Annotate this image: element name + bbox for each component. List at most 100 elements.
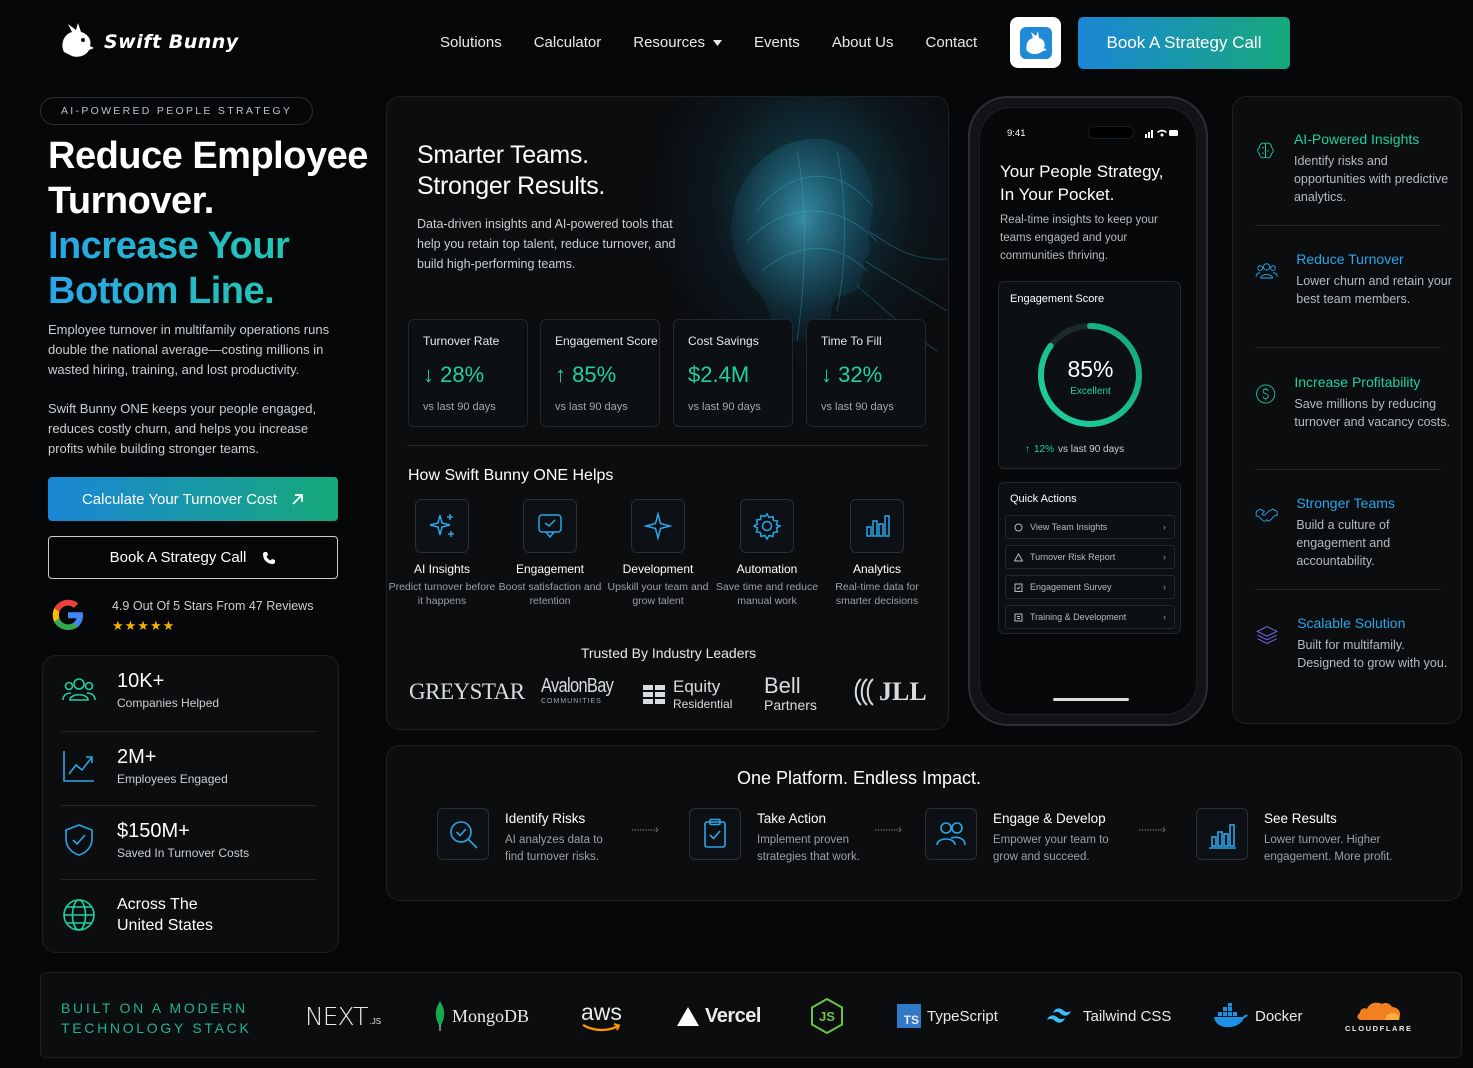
docker-whale-icon: [1214, 1003, 1248, 1028]
insights-title-line1: Smarter Teams.: [417, 141, 589, 169]
home-indicator: [1053, 698, 1129, 701]
cloudflare-cloud-icon: [1357, 1002, 1400, 1020]
benefit-sub: Identify risks and opportunities with pr…: [1293, 154, 1449, 204]
nav-resources-label: Resources: [633, 34, 705, 51]
svg-text:JS: JS: [819, 1009, 835, 1024]
caret-down-icon: [712, 39, 722, 46]
stat-value: 2M+: [117, 746, 157, 768]
metric-title: Engagement Score: [555, 334, 658, 348]
feature-ai-insights[interactable]: AI Insights Predict turnover before it h…: [387, 499, 497, 608]
benefit-title: Reduce Turnover: [1296, 251, 1404, 267]
how-it-helps-title: How Swift Bunny ONE Helps: [408, 467, 614, 484]
equity-name: Equity: [673, 677, 721, 696]
dotted-arrow-icon: ·········›: [631, 824, 659, 836]
quick-action-training[interactable]: Training & Development ›: [1005, 605, 1175, 629]
benefit-reduce-turnover: Reduce Turnover Lower churn and retain yo…: [1255, 251, 1455, 308]
stat-label: Saved In Turnover Costs: [117, 846, 250, 860]
nav-calculator[interactable]: Calculator: [534, 34, 602, 51]
feature-title: Automation: [736, 562, 798, 576]
trusted-title: Trusted By Industry Leaders: [580, 645, 757, 661]
score-label: Excellent: [1070, 386, 1111, 397]
nav-resources[interactable]: Resources: [633, 34, 722, 51]
aws-smile-icon: [582, 1022, 621, 1031]
clipboard-check-icon: [689, 808, 741, 860]
tailwind-wave-icon: [1047, 1008, 1071, 1023]
metric-engagement-score: Engagement Score ↑ 85% vs last 90 days: [540, 319, 660, 427]
equity-logo: Equity Residential: [642, 677, 732, 711]
app-icon-button[interactable]: [1010, 17, 1061, 68]
step-title: Identify Risks: [505, 811, 586, 826]
phone-icon: [263, 551, 276, 564]
quick-action-label: View Team Insights: [1030, 522, 1108, 532]
nextjs-logo: NEXT .JS: [305, 973, 381, 1059]
feature-automation[interactable]: Automation Save time and reduce manual w…: [712, 499, 822, 608]
gear-icon: [740, 499, 794, 553]
bell-sub: Partners: [764, 697, 817, 713]
jll-logo: JLL: [852, 677, 927, 707]
arrow-up-icon: ↑: [1025, 444, 1030, 455]
step-sub: Lower turnover. Higher engagement. More …: [1264, 834, 1393, 863]
metric-sub: vs last 90 days: [423, 401, 496, 413]
metric-value: ↓ 28%: [423, 362, 485, 387]
score-delta-value: 12%: [1034, 444, 1055, 455]
platform-title: One Platform. Endless Impact.: [736, 768, 982, 788]
step-identify-risks: Identify Risks AI analyzes data to find t…: [437, 808, 617, 866]
insights-subtitle: Data-driven insights and AI-powered tool…: [417, 217, 676, 271]
feature-title: Analytics: [852, 562, 902, 576]
metric-cost-savings: Cost Savings $2.4M vs last 90 days: [673, 319, 793, 427]
feature-engagement[interactable]: Engagement Boost satisfaction and retent…: [495, 499, 605, 608]
cloudflare-name: CLOUDFLARE: [1345, 1023, 1413, 1033]
handshake-icon: [1255, 508, 1278, 522]
book-call-label: Book A Strategy Call: [109, 549, 247, 566]
feature-title: AI Insights: [413, 562, 471, 576]
step-sub: AI analyzes data to find turnover risks.: [505, 834, 603, 863]
book-call-button[interactable]: Book A Strategy Call: [48, 536, 338, 579]
calculate-cost-button[interactable]: Calculate Your Turnover Cost: [48, 477, 338, 521]
feature-sub: Upskill your team and grow talent: [607, 581, 709, 607]
rating-text: 4.9 Out Of 5 Stars From 47 Reviews: [112, 599, 314, 613]
metric-sub: vs last 90 days: [555, 401, 628, 413]
phone-title-line1: Your People Strategy,: [1000, 162, 1164, 181]
nav-solutions[interactable]: Solutions: [440, 34, 502, 51]
feature-title: Development: [622, 562, 694, 576]
bell-logo: Bell Partners: [764, 675, 817, 714]
feature-sub: Save time and reduce manual work: [715, 581, 819, 607]
benefit-title: Increase Profitability: [1294, 374, 1421, 390]
metric-turnover-rate: Turnover Rate ↓ 28% vs last 90 days: [408, 319, 528, 427]
benefit-scalable: Scalable Solution Built for multifamily. …: [1255, 615, 1455, 672]
shield-check-icon: [65, 824, 93, 856]
magnifier-check-icon: [437, 808, 489, 860]
feature-development[interactable]: Development Upskill your team and grow t…: [603, 499, 713, 608]
quick-actions-title: Quick Actions: [1010, 493, 1077, 505]
feature-analytics[interactable]: Analytics Real-time data for smarter dec…: [821, 499, 933, 608]
benefit-ai-insights: AI-Powered Insights Identify risks and op…: [1255, 131, 1455, 206]
jll-name: JLL: [879, 677, 927, 706]
score-delta-sub: vs last 90 days: [1058, 444, 1125, 455]
hero-title-line2: Turnover.: [48, 180, 214, 222]
quick-action-team-insights[interactable]: View Team Insights ›: [1005, 515, 1175, 539]
arrow-up-right-icon: [292, 493, 303, 505]
benefit-title: AI-Powered Insights: [1293, 131, 1420, 147]
quick-action-survey[interactable]: Engagement Survey ›: [1005, 575, 1175, 599]
dynamic-island: [1088, 126, 1134, 139]
stat-saved: $150M+ Saved In Turnover Costs: [61, 820, 316, 860]
nav-events[interactable]: Events: [754, 34, 800, 51]
step-see-results: See Results Lower turnover. Higher engage…: [1196, 808, 1414, 866]
stat-value: Across The United States: [117, 896, 214, 934]
book-strategy-call-button[interactable]: Book A Strategy Call: [1078, 17, 1290, 69]
phone-title-line2: In Your Pocket.: [1000, 185, 1115, 204]
bar-chart-icon: [850, 499, 904, 553]
quick-action-risk-report[interactable]: Turnover Risk Report ›: [1005, 545, 1175, 569]
brand-logo[interactable]: Swift Bunny: [56, 22, 239, 62]
brand-name: Swift Bunny: [104, 31, 239, 53]
vercel-triangle-icon: [677, 1006, 699, 1026]
phone-screen: 9:41 Your People Strategy, In Your Pocke…: [979, 107, 1197, 715]
sparkles-icon: [415, 499, 469, 553]
metric-sub: vs last 90 days: [821, 401, 894, 413]
warning-icon: [1014, 552, 1023, 561]
stat-coverage: Across The United States: [61, 894, 316, 936]
nav-contact[interactable]: Contact: [926, 34, 978, 51]
nav-about[interactable]: About Us: [832, 34, 894, 51]
nodejs-hexagon-icon: JS: [811, 998, 843, 1034]
docker-name: Docker: [1255, 1007, 1303, 1025]
